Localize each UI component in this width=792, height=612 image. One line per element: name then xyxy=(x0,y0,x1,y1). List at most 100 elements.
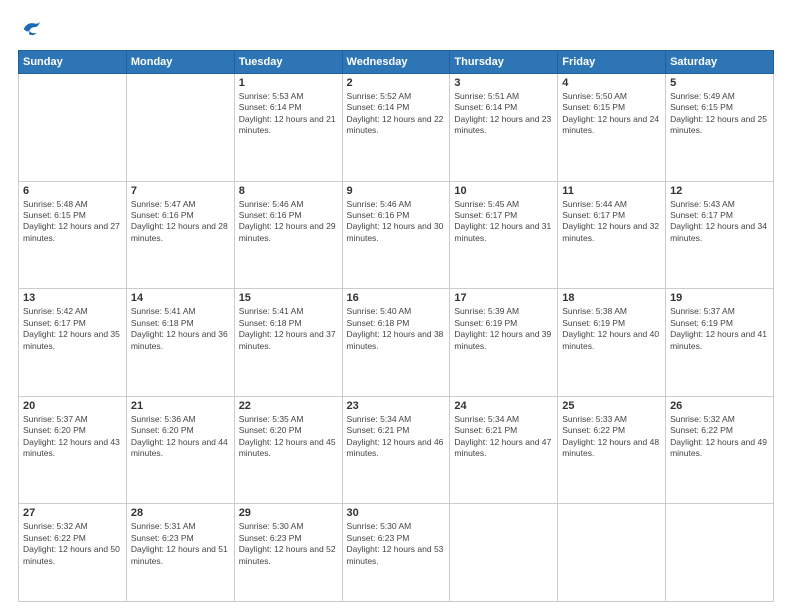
day-info: Sunrise: 5:46 AM Sunset: 6:16 PM Dayligh… xyxy=(347,199,446,245)
day-number: 5 xyxy=(670,77,769,89)
day-cell xyxy=(19,74,127,182)
weekday-header-saturday: Saturday xyxy=(666,51,774,74)
day-info: Sunrise: 5:43 AM Sunset: 6:17 PM Dayligh… xyxy=(670,199,769,245)
day-number: 1 xyxy=(239,77,338,89)
day-cell: 19Sunrise: 5:37 AM Sunset: 6:19 PM Dayli… xyxy=(666,289,774,397)
day-cell: 22 Sunrise: 5:35 AM Sunset: 6:20 PM Dayli… xyxy=(234,396,342,504)
day-info: Sunrise: 5:45 AM Sunset: 6:17 PM Dayligh… xyxy=(454,199,553,245)
day-cell: 13Sunrise: 5:42 AM Sunset: 6:17 PM Dayli… xyxy=(19,289,127,397)
day-info: Sunrise: 5:44 AM Sunset: 6:17 PM Dayligh… xyxy=(562,199,661,245)
day-number: 9 xyxy=(347,185,446,197)
day-cell: 27 Sunrise: 5:32 AM Sunset: 6:22 PM Dayli… xyxy=(19,504,127,602)
day-info: Sunrise: 5:32 AM Sunset: 6:22 PM Dayligh… xyxy=(670,414,769,460)
day-cell: 21 Sunrise: 5:36 AM Sunset: 6:20 PM Dayli… xyxy=(126,396,234,504)
day-info: Sunrise: 5:36 AM Sunset: 6:20 PM Dayligh… xyxy=(131,414,230,460)
day-number: 29 xyxy=(239,507,338,519)
day-info: Sunrise: 5:39 AM Sunset: 6:19 PM Dayligh… xyxy=(454,306,553,352)
day-cell: 11Sunrise: 5:44 AM Sunset: 6:17 PM Dayli… xyxy=(558,181,666,289)
day-cell: 20Sunrise: 5:37 AM Sunset: 6:20 PM Dayli… xyxy=(19,396,127,504)
day-info: Sunrise: 5:30 AM Sunset: 6:23 PM Dayligh… xyxy=(347,521,446,567)
day-number: 27 xyxy=(23,507,122,519)
weekday-header-tuesday: Tuesday xyxy=(234,51,342,74)
day-number: 4 xyxy=(562,77,661,89)
day-number: 30 xyxy=(347,507,446,519)
day-number: 2 xyxy=(347,77,446,89)
day-number: 15 xyxy=(239,292,338,304)
day-cell: 10 Sunrise: 5:45 AM Sunset: 6:17 PM Dayli… xyxy=(450,181,558,289)
day-info: Sunrise: 5:30 AM Sunset: 6:23 PM Dayligh… xyxy=(239,521,338,567)
logo xyxy=(18,18,42,40)
week-row-3: 13Sunrise: 5:42 AM Sunset: 6:17 PM Dayli… xyxy=(19,289,774,397)
day-info: Sunrise: 5:37 AM Sunset: 6:20 PM Dayligh… xyxy=(23,414,122,460)
weekday-header-monday: Monday xyxy=(126,51,234,74)
day-number: 8 xyxy=(239,185,338,197)
day-number: 23 xyxy=(347,400,446,412)
day-cell xyxy=(666,504,774,602)
day-cell: 5 Sunrise: 5:49 AM Sunset: 6:15 PM Daylig… xyxy=(666,74,774,182)
day-number: 7 xyxy=(131,185,230,197)
weekday-header-row: SundayMondayTuesdayWednesdayThursdayFrid… xyxy=(19,51,774,74)
day-number: 22 xyxy=(239,400,338,412)
day-info: Sunrise: 5:42 AM Sunset: 6:17 PM Dayligh… xyxy=(23,306,122,352)
day-cell: 9 Sunrise: 5:46 AM Sunset: 6:16 PM Daylig… xyxy=(342,181,450,289)
day-info: Sunrise: 5:48 AM Sunset: 6:15 PM Dayligh… xyxy=(23,199,122,245)
day-cell xyxy=(450,504,558,602)
day-cell: 26Sunrise: 5:32 AM Sunset: 6:22 PM Dayli… xyxy=(666,396,774,504)
day-cell: 12 Sunrise: 5:43 AM Sunset: 6:17 PM Dayli… xyxy=(666,181,774,289)
day-info: Sunrise: 5:38 AM Sunset: 6:19 PM Dayligh… xyxy=(562,306,661,352)
day-cell: 28 Sunrise: 5:31 AM Sunset: 6:23 PM Dayli… xyxy=(126,504,234,602)
day-info: Sunrise: 5:34 AM Sunset: 6:21 PM Dayligh… xyxy=(454,414,553,460)
day-info: Sunrise: 5:31 AM Sunset: 6:23 PM Dayligh… xyxy=(131,521,230,567)
weekday-header-wednesday: Wednesday xyxy=(342,51,450,74)
day-number: 3 xyxy=(454,77,553,89)
day-cell: 2 Sunrise: 5:52 AM Sunset: 6:14 PM Daylig… xyxy=(342,74,450,182)
day-info: Sunrise: 5:34 AM Sunset: 6:21 PM Dayligh… xyxy=(347,414,446,460)
day-number: 17 xyxy=(454,292,553,304)
day-info: Sunrise: 5:51 AM Sunset: 6:14 PM Dayligh… xyxy=(454,91,553,137)
weekday-header-sunday: Sunday xyxy=(19,51,127,74)
day-number: 16 xyxy=(347,292,446,304)
day-cell: 6 Sunrise: 5:48 AM Sunset: 6:15 PM Daylig… xyxy=(19,181,127,289)
day-number: 19 xyxy=(670,292,769,304)
weekday-header-thursday: Thursday xyxy=(450,51,558,74)
day-cell: 4 Sunrise: 5:50 AM Sunset: 6:15 PM Daylig… xyxy=(558,74,666,182)
day-number: 21 xyxy=(131,400,230,412)
day-number: 6 xyxy=(23,185,122,197)
day-cell: 18 Sunrise: 5:38 AM Sunset: 6:19 PM Dayli… xyxy=(558,289,666,397)
page: SundayMondayTuesdayWednesdayThursdayFrid… xyxy=(0,0,792,612)
day-info: Sunrise: 5:41 AM Sunset: 6:18 PM Dayligh… xyxy=(239,306,338,352)
day-cell: 14Sunrise: 5:41 AM Sunset: 6:18 PM Dayli… xyxy=(126,289,234,397)
day-info: Sunrise: 5:52 AM Sunset: 6:14 PM Dayligh… xyxy=(347,91,446,137)
day-cell: 17 Sunrise: 5:39 AM Sunset: 6:19 PM Dayli… xyxy=(450,289,558,397)
day-info: Sunrise: 5:47 AM Sunset: 6:16 PM Dayligh… xyxy=(131,199,230,245)
day-cell: 29 Sunrise: 5:30 AM Sunset: 6:23 PM Dayli… xyxy=(234,504,342,602)
day-cell: 7 Sunrise: 5:47 AM Sunset: 6:16 PM Daylig… xyxy=(126,181,234,289)
day-info: Sunrise: 5:33 AM Sunset: 6:22 PM Dayligh… xyxy=(562,414,661,460)
week-row-2: 6 Sunrise: 5:48 AM Sunset: 6:15 PM Daylig… xyxy=(19,181,774,289)
day-cell: 24Sunrise: 5:34 AM Sunset: 6:21 PM Dayli… xyxy=(450,396,558,504)
day-info: Sunrise: 5:32 AM Sunset: 6:22 PM Dayligh… xyxy=(23,521,122,567)
day-cell: 25 Sunrise: 5:33 AM Sunset: 6:22 PM Dayli… xyxy=(558,396,666,504)
day-info: Sunrise: 5:50 AM Sunset: 6:15 PM Dayligh… xyxy=(562,91,661,137)
day-cell: 8 Sunrise: 5:46 AM Sunset: 6:16 PM Daylig… xyxy=(234,181,342,289)
day-cell: 1Sunrise: 5:53 AM Sunset: 6:14 PM Daylig… xyxy=(234,74,342,182)
day-info: Sunrise: 5:35 AM Sunset: 6:20 PM Dayligh… xyxy=(239,414,338,460)
day-cell: 3 Sunrise: 5:51 AM Sunset: 6:14 PM Daylig… xyxy=(450,74,558,182)
day-number: 18 xyxy=(562,292,661,304)
header xyxy=(18,18,774,40)
day-cell: 30 Sunrise: 5:30 AM Sunset: 6:23 PM Dayli… xyxy=(342,504,450,602)
day-info: Sunrise: 5:49 AM Sunset: 6:15 PM Dayligh… xyxy=(670,91,769,137)
day-number: 10 xyxy=(454,185,553,197)
day-number: 25 xyxy=(562,400,661,412)
week-row-5: 27 Sunrise: 5:32 AM Sunset: 6:22 PM Dayli… xyxy=(19,504,774,602)
day-cell: 15 Sunrise: 5:41 AM Sunset: 6:18 PM Dayli… xyxy=(234,289,342,397)
week-row-4: 20Sunrise: 5:37 AM Sunset: 6:20 PM Dayli… xyxy=(19,396,774,504)
day-info: Sunrise: 5:46 AM Sunset: 6:16 PM Dayligh… xyxy=(239,199,338,245)
logo-bird-icon xyxy=(20,18,42,40)
day-info: Sunrise: 5:40 AM Sunset: 6:18 PM Dayligh… xyxy=(347,306,446,352)
weekday-header-friday: Friday xyxy=(558,51,666,74)
day-number: 28 xyxy=(131,507,230,519)
day-number: 12 xyxy=(670,185,769,197)
calendar: SundayMondayTuesdayWednesdayThursdayFrid… xyxy=(18,50,774,602)
day-cell: 16 Sunrise: 5:40 AM Sunset: 6:18 PM Dayli… xyxy=(342,289,450,397)
